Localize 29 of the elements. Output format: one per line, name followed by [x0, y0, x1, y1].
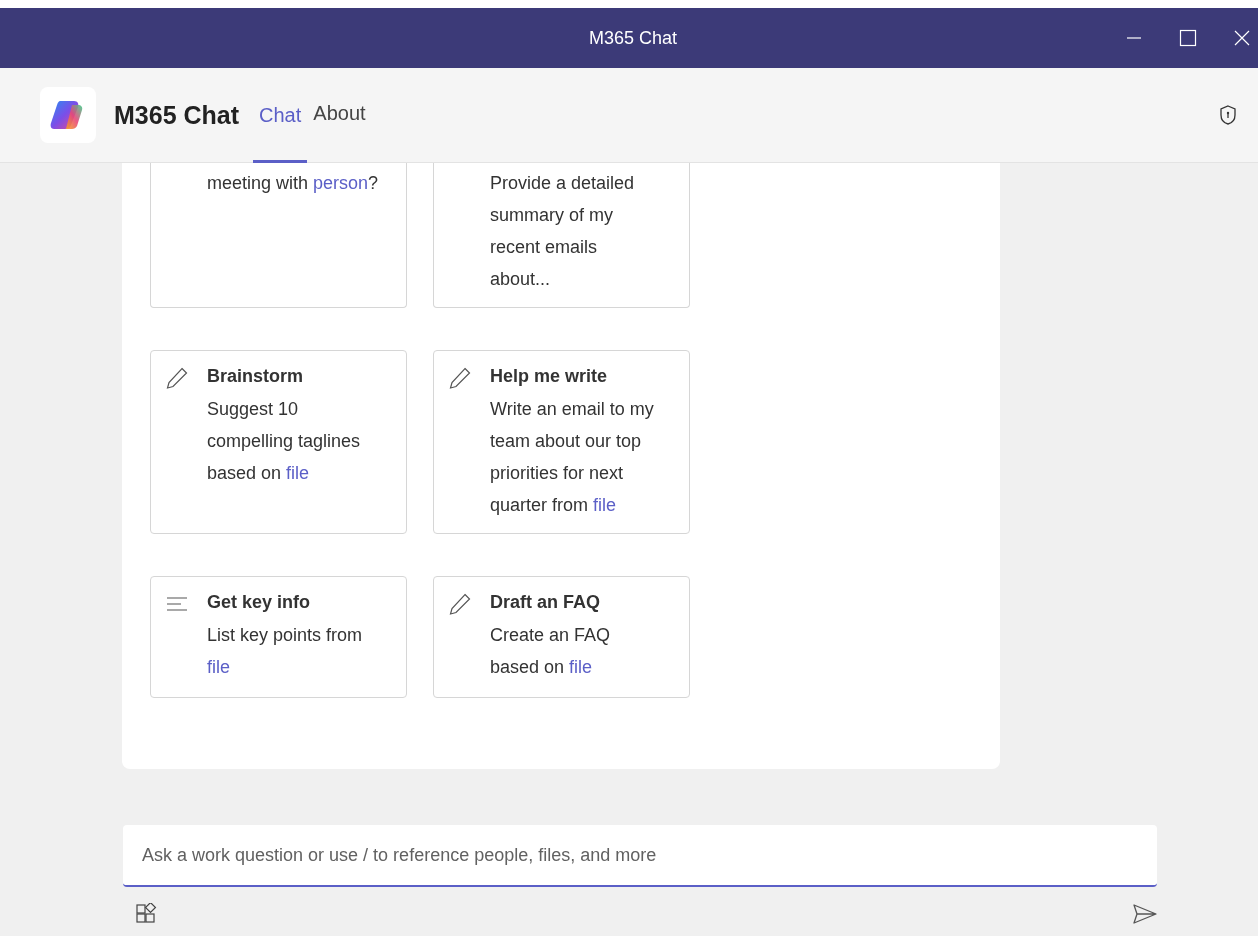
card-text: Suggest 10 compelling taglines based on file	[207, 398, 362, 485]
card-title: Help me write	[490, 366, 609, 387]
pencil-icon	[448, 592, 472, 616]
app-name: M365 Chat	[114, 100, 240, 130]
card-title: Draft an FAQ	[490, 592, 601, 613]
prompt-card[interactable]: Draft an FAQ Create an FAQ based on file	[433, 576, 690, 698]
message-field[interactable]: Ask a work question or use / to reference people, files, and more	[123, 825, 1157, 887]
card-text: meeting with person?	[207, 172, 379, 195]
close-icon[interactable]	[1232, 28, 1252, 48]
card-text: List key points from file	[207, 624, 364, 679]
card-text: Provide a detailed summary of my recent emails about...	[490, 172, 636, 291]
maximize-icon[interactable]	[1178, 28, 1198, 48]
window-title: M365 Chat	[588, 27, 678, 49]
send-icon[interactable]	[1132, 903, 1158, 925]
pencil-icon	[448, 366, 472, 390]
card-text: Create an FAQ based on file	[490, 624, 612, 679]
prompt-card[interactable]: Help me write Write an email to my team about our top priorities for next quarter from file	[433, 350, 690, 534]
apps-icon[interactable]	[135, 903, 157, 925]
pencil-icon	[165, 366, 189, 390]
prompt-card[interactable]: Provide a detailed summary of my recent emails about...	[433, 163, 690, 308]
prompt-card[interactable]: Get key info List key points from file	[150, 576, 407, 698]
card-title: Brainstorm	[207, 366, 305, 387]
tab[interactable]: About	[307, 67, 372, 163]
shield-icon[interactable]	[1218, 104, 1238, 126]
prompt-card[interactable]: Brainstorm Suggest 10 compelling taglines based on file	[150, 350, 407, 534]
app-logo	[40, 87, 96, 143]
prompt-card[interactable]: meeting with person?	[150, 163, 407, 308]
card-title: Get key info	[207, 592, 312, 613]
card-text: Write an email to my team about our top priorities for next quarter from file	[490, 398, 655, 517]
